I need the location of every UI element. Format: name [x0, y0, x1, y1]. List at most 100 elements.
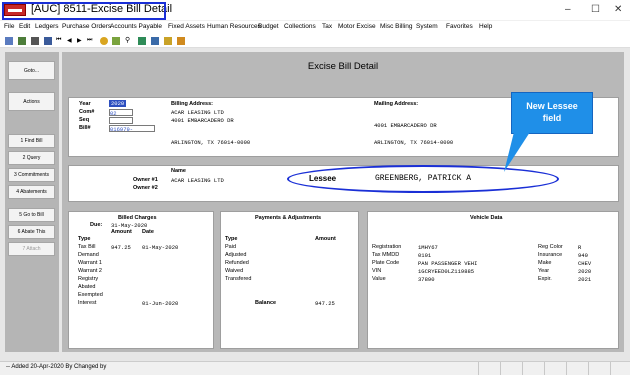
status-divider	[522, 362, 523, 375]
billed-row-type: Registry	[78, 276, 99, 282]
vehicle-field-label: Year	[538, 268, 550, 274]
find-bill-button[interactable]: 1 Find Bill	[8, 134, 55, 148]
due-label: Due:	[90, 222, 103, 228]
vehicle-field-value: 37890	[418, 276, 435, 283]
callout-line1: New Lessee	[526, 101, 578, 112]
billed-row-type: Interest	[78, 300, 97, 306]
billing-address-line1: ACAR LEASING LTD	[171, 109, 224, 116]
toolbar	[0, 34, 630, 48]
mailing-address-label: Mailing Address:	[374, 101, 419, 107]
menu-ledgers[interactable]: Ledgers	[35, 23, 59, 30]
vehicle-field-label: Plate Code	[372, 260, 400, 266]
billed-type-header: Type	[78, 236, 91, 242]
payments-row-type: Adjusted	[225, 252, 247, 258]
vehicle-field-label: Make	[538, 260, 552, 266]
billed-date-header: Date	[142, 229, 154, 235]
menu-human-resources[interactable]: Human Resources	[207, 23, 261, 30]
favorites-icon[interactable]	[100, 37, 108, 45]
menu-tax[interactable]: Tax	[322, 23, 332, 30]
bill-number-field[interactable]: 016979-	[109, 125, 155, 133]
minimize-button[interactable]: –	[565, 4, 571, 15]
vehicle-field-value: 0101	[418, 252, 432, 259]
last-record-icon[interactable]: ⏭	[87, 37, 92, 44]
vehicle-field-label: Registration	[372, 244, 402, 250]
query-button[interactable]: 2 Query	[8, 151, 55, 165]
menu-system[interactable]: System	[416, 23, 438, 30]
billed-row-type: Exempted	[78, 292, 103, 298]
maximize-button[interactable]: ☐	[591, 4, 600, 15]
vehicle-field-label: Expir.	[538, 276, 552, 282]
new-icon[interactable]	[5, 37, 13, 45]
vehicle-field-value: R	[578, 244, 582, 251]
menu-purchase-orders[interactable]: Purchase Orders	[62, 23, 111, 30]
menu-motor-excise[interactable]: Motor Excise	[338, 23, 376, 30]
status-divider	[500, 362, 501, 375]
vehicle-field-label: VIN	[372, 268, 382, 274]
search-icon[interactable]: ⚲	[125, 36, 130, 44]
payments-row-type: Transfered	[225, 276, 252, 282]
year-field[interactable]: 2020	[109, 100, 127, 107]
new-lessee-callout: New Lessee field	[511, 92, 593, 134]
owner1-value: ACAR LEASING LTD	[171, 177, 224, 184]
actions-button[interactable]: Actions	[8, 92, 55, 111]
commitments-button[interactable]: 3 Commitments	[8, 168, 55, 182]
menu-misc-billing[interactable]: Misc Billing	[380, 23, 413, 30]
menu-edit[interactable]: Edit	[19, 23, 30, 30]
name-label: Name	[171, 168, 186, 174]
billed-row-type: Warrant 2	[78, 268, 102, 274]
print-icon[interactable]	[31, 37, 39, 45]
abate-this-button[interactable]: 6 Abate This	[8, 225, 55, 239]
title-highlight-box	[2, 2, 166, 20]
com-field[interactable]: 02	[109, 109, 133, 117]
payments-row-type: Refunded	[225, 260, 249, 266]
billed-row-amount: 947.25	[111, 244, 131, 251]
mailing-address-city: ARLINGTON, TX 76014-0000	[374, 139, 454, 146]
status-divider	[478, 362, 479, 375]
calculator-icon[interactable]	[151, 37, 159, 45]
mailing-address-line1: 4001 EMBARCADERO DR	[374, 122, 437, 129]
menu-collections[interactable]: Collections	[284, 23, 316, 30]
goto-button[interactable]: Goto...	[8, 61, 55, 80]
refresh-icon[interactable]	[112, 37, 120, 45]
due-date: 31-May-2020	[111, 222, 148, 229]
billing-address-city: ARLINGTON, TX 76014-0000	[171, 139, 251, 146]
close-button[interactable]: ✕	[614, 4, 622, 15]
balance-label: Balance	[255, 300, 277, 306]
next-record-icon[interactable]: ▶	[77, 37, 82, 44]
first-record-icon[interactable]: ⏮	[56, 37, 61, 44]
billing-address-line2: 4001 EMBARCADERO DR	[171, 117, 234, 124]
menu-fixed-assets[interactable]: Fixed Assets	[168, 23, 205, 30]
go-to-bill-button[interactable]: 5 Go to Bill	[8, 208, 55, 222]
payments-title: Payments & Adjustments	[255, 215, 322, 221]
billed-row-type: Abated	[78, 284, 96, 290]
menu-file[interactable]: File	[4, 23, 14, 30]
payments-type-header: Type	[225, 236, 238, 242]
billed-row-type: Tax Bill	[78, 244, 96, 250]
report-icon[interactable]	[164, 37, 172, 45]
menu-favorites[interactable]: Favorites	[446, 23, 473, 30]
copy-icon[interactable]	[18, 37, 26, 45]
billing-address-label: Billing Address:	[171, 101, 213, 107]
attach-button[interactable]: 7 Attach	[8, 242, 55, 256]
previous-record-icon[interactable]: ◀	[67, 37, 72, 44]
abatements-button[interactable]: 4 Abatements	[8, 185, 55, 199]
menu-help[interactable]: Help	[479, 23, 492, 30]
billed-row-date: 01-Jun-2020	[142, 300, 179, 307]
com-label: Com#	[79, 109, 95, 115]
billed-row-type: Warrant 1	[78, 260, 102, 266]
save-icon[interactable]	[44, 37, 52, 45]
menu-budget[interactable]: Budget	[258, 23, 279, 30]
billed-row-date: 01-May-2020	[142, 244, 179, 251]
menu-accounts-payable[interactable]: Accounts Payable	[110, 23, 162, 30]
year-label: Year	[79, 101, 91, 107]
status-divider	[566, 362, 567, 375]
seq-field[interactable]	[109, 117, 133, 124]
vehicle-field-label: Reg Color	[538, 244, 563, 250]
vehicle-field-value: 1MHY67	[418, 244, 438, 251]
chart-icon[interactable]	[177, 37, 185, 45]
vehicle-field-value: CHEV	[578, 260, 592, 267]
email-icon[interactable]	[138, 37, 146, 45]
vehicle-field-label: Tax MMDD	[372, 252, 400, 258]
owner1-label: Owner #1	[133, 177, 158, 183]
vehicle-data-title: Vehicle Data	[470, 215, 503, 221]
